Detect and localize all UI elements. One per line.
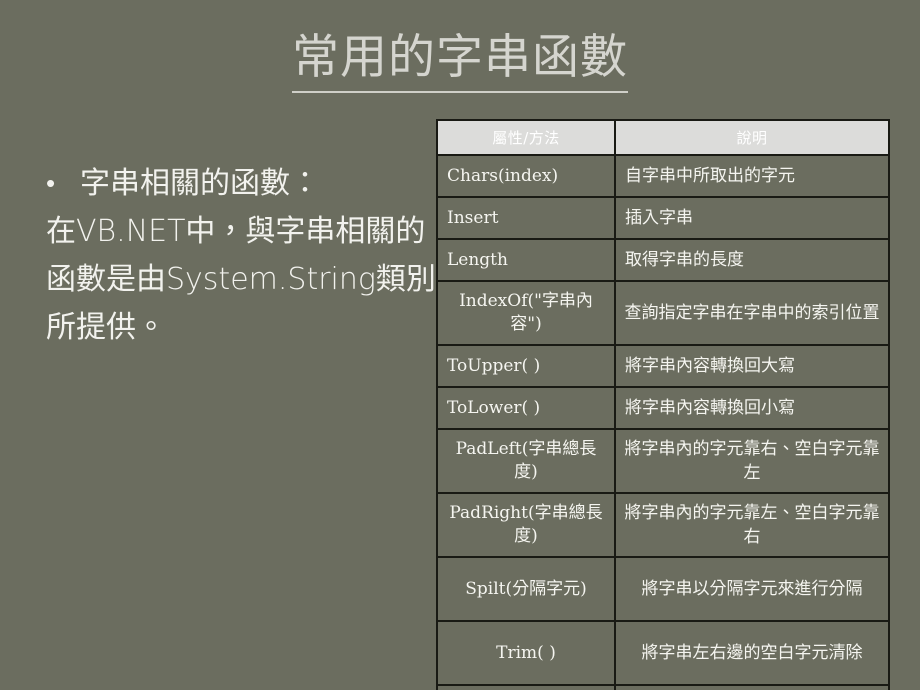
cell-description: 將字串內的字元靠右、空白字元靠左 [614, 428, 890, 494]
page-title: 常用的字串函數 [0, 30, 920, 93]
bullet-list-item: • 字串相關的函數： [46, 160, 438, 208]
cell-description: 將字串以分隔字元來進行分隔 [614, 556, 890, 622]
table-row: Chars(index) 自字串中所取出的字元 [436, 154, 890, 198]
table-row: Trim( ) 將字串左右邊的空白字元清除 [436, 620, 890, 686]
table-row: IndexOf("字串內容") 查詢指定字串在字串中的索引位置 [436, 280, 890, 346]
table-body: Chars(index) 自字串中所取出的字元 Insert 插入字串 Length 取得… [436, 154, 890, 690]
cell-method: IndexOf("字串內容") [436, 280, 616, 346]
cell-description: 將字串內容轉換回大寫 [614, 344, 890, 388]
cell-method: ToUpper( ) [436, 344, 616, 388]
page-title-text: 常用的字串函數 [292, 30, 628, 93]
cell-description: 將字串右邊的空白字元清除 [614, 684, 890, 690]
table-row: Insert 插入字串 [436, 196, 890, 240]
cell-method: Chars(index) [436, 154, 616, 198]
cell-description: 將字串內容轉換回小寫 [614, 386, 890, 430]
table-row: ToLower( ) 將字串內容轉換回小寫 [436, 386, 890, 430]
column-header-method: 屬性/方法 [436, 119, 616, 156]
bullet-marker-icon: • [46, 169, 56, 199]
table-header: 屬性/方法 說明 [436, 119, 890, 156]
table-row: PadLeft(字串總長度) 將字串內的字元靠右、空白字元靠左 [436, 428, 890, 494]
table-row: ToUpper( ) 將字串內容轉換回大寫 [436, 344, 890, 388]
cell-description: 將字串內的字元靠左、空白字元靠右 [614, 492, 890, 558]
cell-description: 將字串左右邊的空白字元清除 [614, 620, 890, 686]
body-paragraph: 在VB.NET中，與字串相關的函數是由System.String類別所提供。 [46, 214, 436, 345]
cell-method: PadRight(字串總長度) [436, 492, 616, 558]
cell-description: 插入字串 [614, 196, 890, 240]
table-row: TrimEnd( )將字串右邊的空白字元清除 [436, 684, 890, 690]
cell-method: ToLower( ) [436, 386, 616, 430]
slide-canvas: 常用的字串函數 • 字串相關的函數： 在VB.NET中，與字串相關的函數是由Sy… [0, 0, 920, 690]
table-row: Length 取得字串的長度 [436, 238, 890, 282]
bullet-item-label: 字串相關的函數： [80, 166, 320, 201]
column-header-description: 說明 [614, 119, 890, 156]
table-header-row: 屬性/方法 說明 [436, 119, 890, 156]
cell-method: TrimEnd( ) [436, 684, 616, 690]
body-text-block: • 字串相關的函數： 在VB.NET中，與字串相關的函數是由System.Str… [46, 160, 438, 352]
table-row: Spilt(分隔字元) 將字串以分隔字元來進行分隔 [436, 556, 890, 622]
table-row: PadRight(字串總長度) 將字串內的字元靠左、空白字元靠右 [436, 492, 890, 558]
cell-description: 自字串中所取出的字元 [614, 154, 890, 198]
cell-method: Spilt(分隔字元) [436, 556, 616, 622]
cell-method: Trim( ) [436, 620, 616, 686]
string-functions-table: 屬性/方法 說明 Chars(index) 自字串中所取出的字元 Insert 插入字… [436, 119, 890, 690]
cell-method: Length [436, 238, 616, 282]
cell-method: PadLeft(字串總長度) [436, 428, 616, 494]
cell-method: Insert [436, 196, 616, 240]
cell-description: 查詢指定字串在字串中的索引位置 [614, 280, 890, 346]
cell-description: 取得字串的長度 [614, 238, 890, 282]
